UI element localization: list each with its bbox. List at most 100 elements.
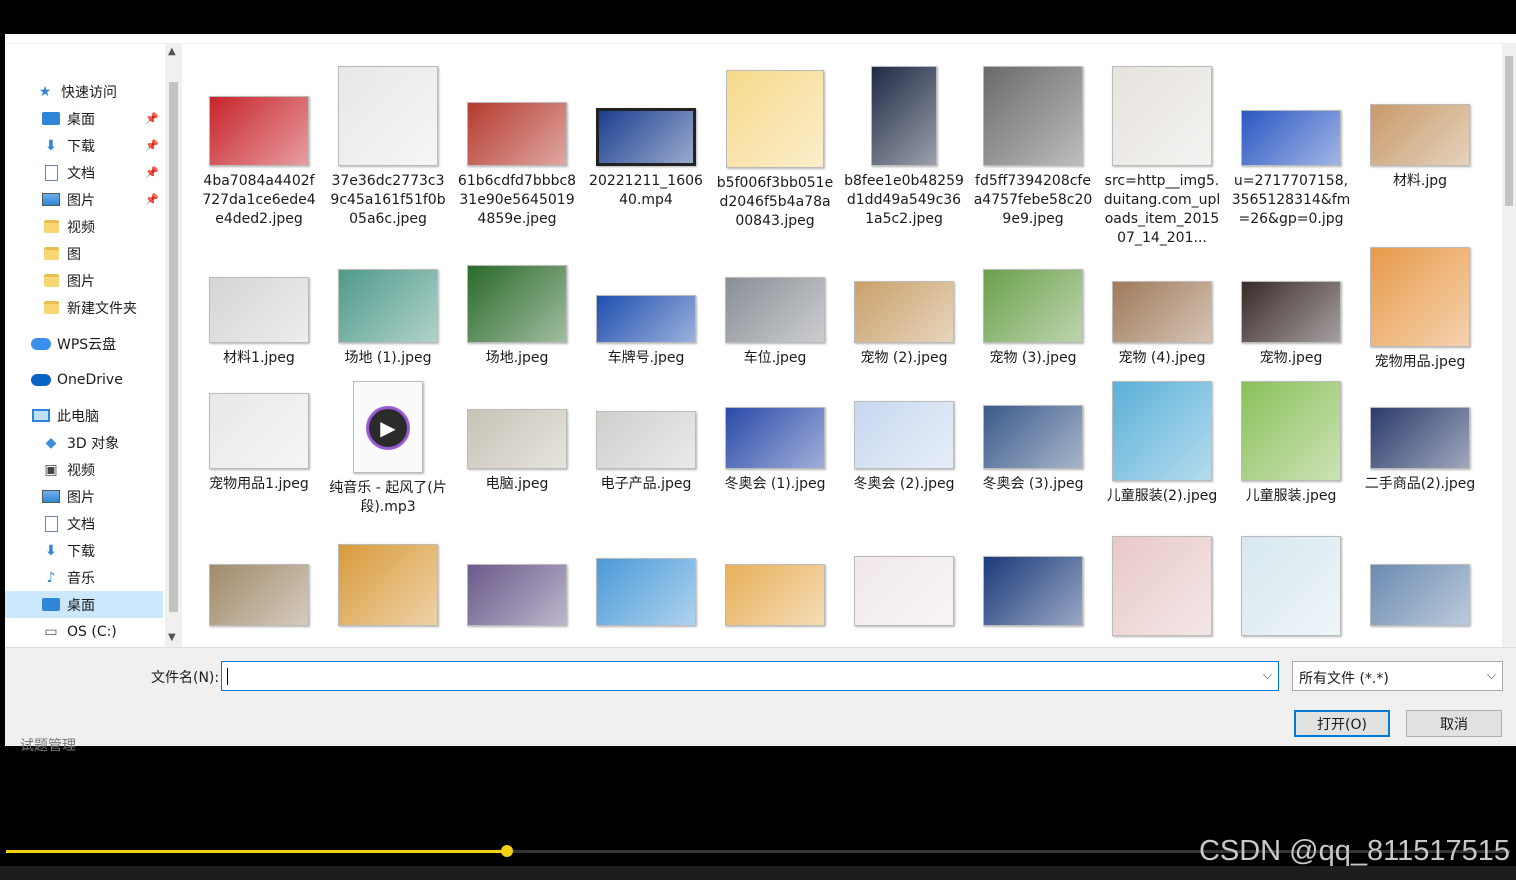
file-thumbnail[interactable] [726,70,824,168]
file-thumbnail[interactable] [854,281,954,343]
file-grid-scrollbar-thumb[interactable] [1505,56,1513,206]
file-thumbnail[interactable] [1241,281,1341,343]
file-tile[interactable]: ▶ 纯音乐 - 起风了(片段).mp3 [324,381,452,517]
sidebar-item[interactable]: OneDrive [5,366,163,393]
file-tile[interactable]: 宠物 (4).jpeg [1098,247,1226,368]
file-tile[interactable]: 电子产品.jpeg [582,381,710,494]
navigation-scrollbar[interactable]: ▲ ▼ [165,44,182,647]
file-tile[interactable] [1227,536,1355,642]
file-thumbnail[interactable] [209,96,309,166]
file-tile[interactable] [582,536,710,632]
file-tile[interactable]: 宠物用品1.jpeg [195,381,323,494]
file-thumbnail[interactable]: ▶ [353,381,423,473]
sidebar-item[interactable]: ♪ 音乐 [5,564,163,591]
sidebar-item[interactable]: ★ 快速访问 [5,78,163,105]
filename-input[interactable]: ⌵ [221,661,1279,691]
file-thumbnail[interactable] [467,102,567,166]
sidebar-item[interactable]: 桌面 📌 [5,105,163,132]
file-thumbnail[interactable] [1370,104,1470,166]
sidebar-item[interactable]: 图片 📌 [5,186,163,213]
file-thumbnail[interactable] [467,409,567,469]
file-thumbnail[interactable] [725,564,825,626]
scroll-up-arrow-icon[interactable]: ▲ [168,46,176,57]
file-tile[interactable] [195,536,323,632]
file-tile[interactable]: src=http__img5.duitang.com_uploads_item_… [1098,56,1226,248]
sidebar-item[interactable]: ▭ OS (C:) [5,618,163,645]
file-tile[interactable]: b8fee1e0b48259d1dd49a549c361a5c2.jpeg [840,56,968,229]
file-thumbnail[interactable] [209,277,309,343]
file-thumbnail[interactable] [338,269,438,343]
file-thumbnail[interactable] [338,66,438,166]
file-thumbnail[interactable] [854,556,954,626]
file-thumbnail[interactable] [338,544,438,626]
file-thumbnail[interactable] [725,277,825,343]
file-tile[interactable]: 车牌号.jpeg [582,247,710,368]
sidebar-item[interactable]: 图 [5,240,163,267]
sidebar-item[interactable]: ▣ 视频 [5,456,163,483]
file-thumbnail[interactable] [1112,536,1212,636]
file-thumbnail[interactable] [596,411,696,469]
file-tile[interactable] [453,536,581,632]
sidebar-item[interactable]: WPS云盘 [5,330,163,357]
sidebar-item[interactable]: ⬇ 下载 📌 [5,132,163,159]
file-tile[interactable]: 车位.jpeg [711,247,839,368]
sidebar-item[interactable]: 图片 [5,483,163,510]
filetype-select[interactable]: 所有文件 (*.*) ⌵ [1292,661,1503,691]
file-thumbnail[interactable] [596,108,696,166]
chevron-down-icon[interactable]: ⌵ [1487,668,1496,683]
file-thumbnail[interactable] [596,558,696,626]
file-tile[interactable] [711,536,839,632]
file-thumbnail[interactable] [1241,110,1341,166]
file-thumbnail[interactable] [1112,381,1212,481]
file-thumbnail[interactable] [1112,281,1212,343]
scroll-down-arrow-icon[interactable]: ▼ [168,632,176,643]
file-tile[interactable]: 宠物用品.jpeg [1356,247,1484,372]
file-thumbnail[interactable] [1112,66,1212,166]
file-thumbnail[interactable] [854,401,954,469]
navigation-scrollbar-thumb[interactable] [169,82,178,612]
file-tile[interactable]: 儿童服装(2).jpeg [1098,381,1226,506]
file-tile[interactable]: u=2717707158,3565128314&fm=26&gp=0.jpg [1227,56,1355,229]
file-tile[interactable] [1356,536,1484,632]
file-thumbnail[interactable] [725,407,825,469]
file-tile[interactable]: 4ba7084a4402f727da1ce6ede4e4ded2.jpeg [195,56,323,229]
file-tile[interactable]: b5f006f3bb051ed2046f5b4a78a00843.jpeg [711,56,839,231]
file-thumbnail[interactable] [1370,564,1470,626]
file-tile[interactable]: 37e36dc2773c39c45a161f51f0b05a6c.jpeg [324,56,452,229]
file-tile[interactable]: 材料.jpg [1356,56,1484,191]
file-thumbnail[interactable] [1370,247,1470,347]
file-tile[interactable]: 冬奥会 (2).jpeg [840,381,968,494]
sidebar-item[interactable]: 新建文件夹 [5,294,163,321]
file-tile[interactable]: 宠物.jpeg [1227,247,1355,368]
file-thumbnail[interactable] [467,564,567,626]
sidebar-item[interactable]: ⬇ 下载 [5,537,163,564]
sidebar-item[interactable]: ◆ 3D 对象 [5,429,163,456]
file-thumbnail[interactable] [1370,407,1470,469]
file-tile[interactable]: 场地.jpeg [453,247,581,368]
file-thumbnail[interactable] [983,556,1083,626]
file-tile[interactable]: 电脑.jpeg [453,381,581,494]
video-progress-handle[interactable] [501,845,513,857]
file-tile[interactable]: 二手商品(2).jpeg [1356,381,1484,494]
file-thumbnail[interactable] [1241,381,1341,481]
sidebar-item[interactable]: 视频 [5,213,163,240]
file-tile[interactable]: 材料1.jpeg [195,247,323,368]
file-thumbnail[interactable] [467,265,567,343]
file-tile[interactable]: 61b6cdfd7bbbc831e90e56450194859e.jpeg [453,56,581,229]
file-tile[interactable]: fd5ff7394208cfea4757febe58c209e9.jpeg [969,56,1097,229]
file-thumbnail[interactable] [871,66,937,166]
file-grid-scrollbar[interactable] [1502,44,1516,647]
file-tile[interactable] [969,536,1097,632]
open-button[interactable]: 打开(O) [1294,710,1390,737]
sidebar-item[interactable]: 图片 [5,267,163,294]
file-thumbnail[interactable] [983,269,1083,343]
file-tile[interactable]: 冬奥会 (3).jpeg [969,381,1097,494]
file-tile[interactable]: 儿童服装.jpeg [1227,381,1355,506]
file-tile[interactable]: 冬奥会 (1).jpeg [711,381,839,494]
file-tile[interactable]: 20221211_160640.mp4 [582,56,710,210]
file-thumbnail[interactable] [596,295,696,343]
file-thumbnail[interactable] [209,564,309,626]
sidebar-item[interactable]: 文档 [5,510,163,537]
sidebar-item[interactable]: 文档 📌 [5,159,163,186]
file-tile[interactable]: 场地 (1).jpeg [324,247,452,368]
